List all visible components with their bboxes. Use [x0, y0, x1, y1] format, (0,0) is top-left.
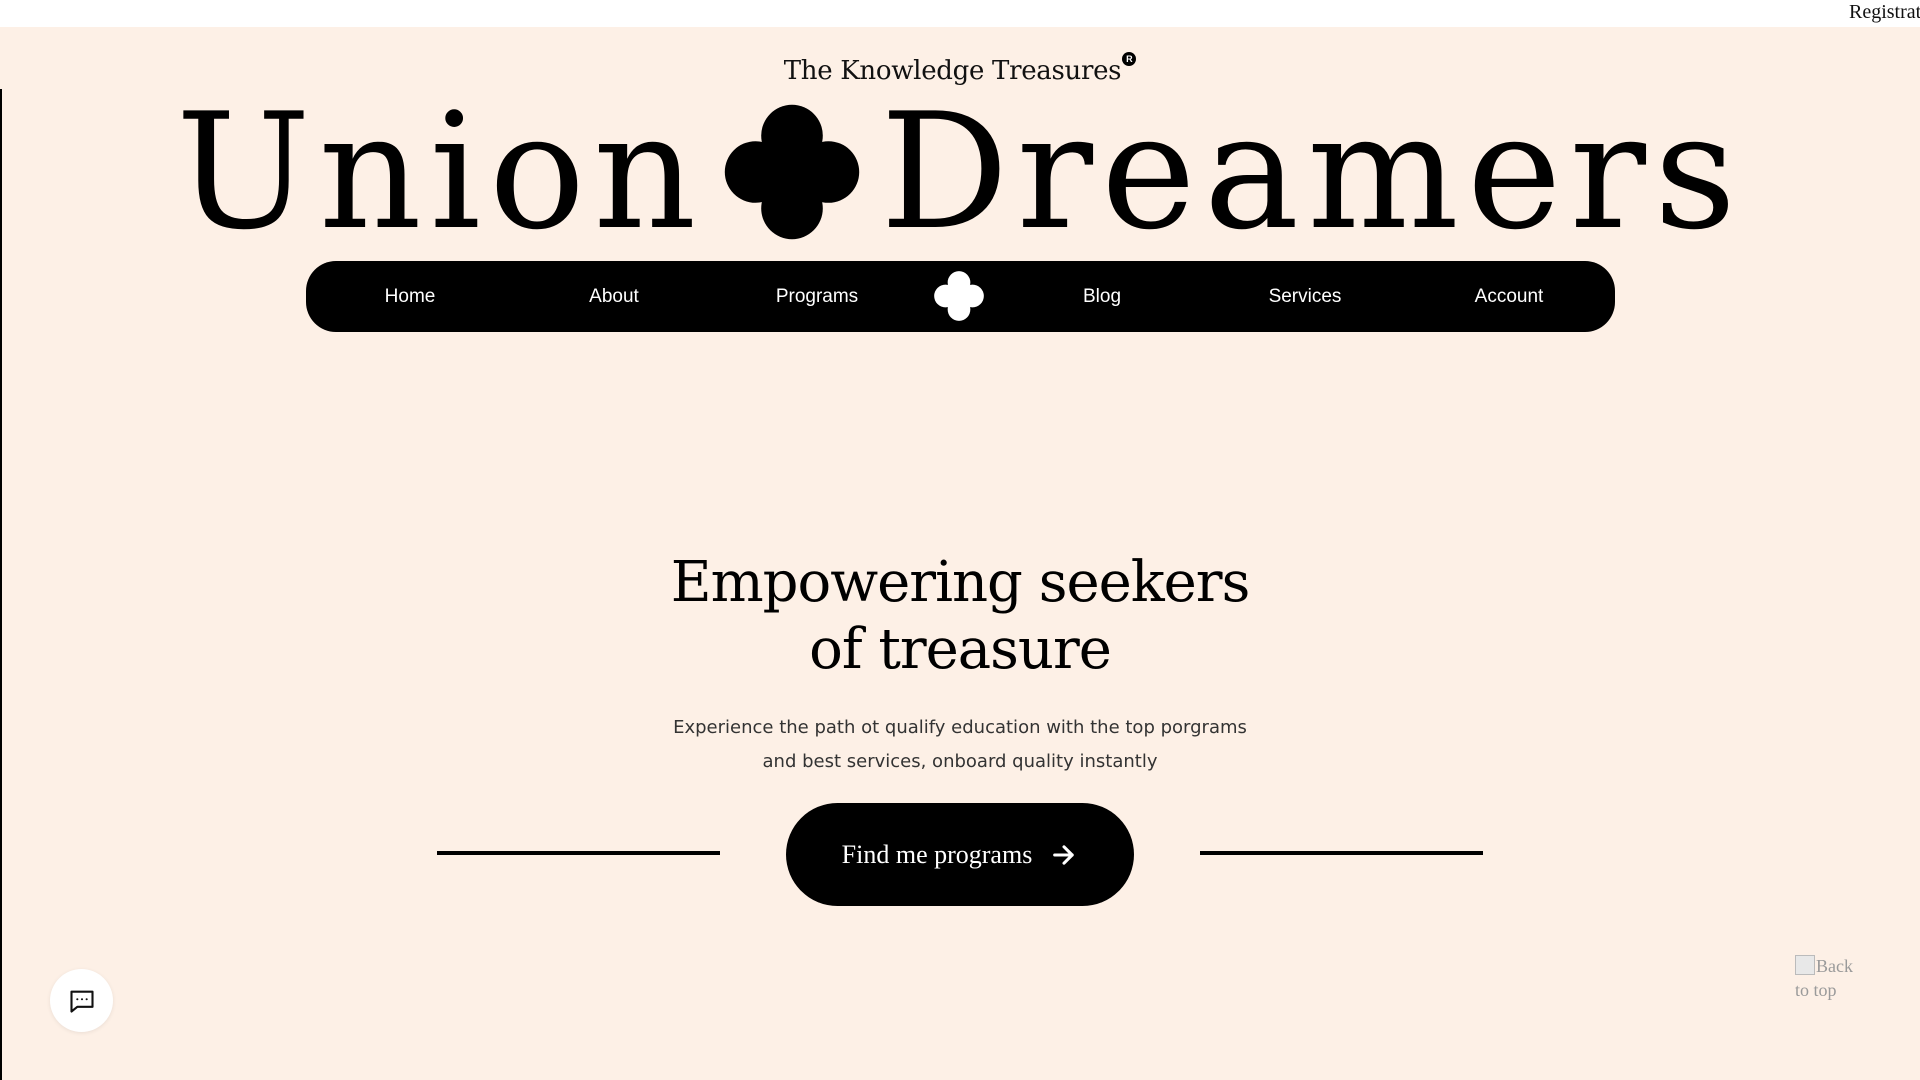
- decorative-line-left: [437, 851, 720, 855]
- cta-label: Find me programs: [841, 839, 1033, 869]
- back-to-top-text-1: Back: [1816, 956, 1853, 976]
- nav-item-programs[interactable]: Programs: [776, 261, 858, 332]
- logo-word-dreamers: Dreamers: [880, 78, 1745, 265]
- main-nav: Home About Programs Blog Services Accoun…: [306, 261, 1615, 332]
- nav-item-blog[interactable]: Blog: [1083, 261, 1121, 332]
- hero-subtitle: Experience the path ot qualify education…: [0, 711, 1920, 779]
- nav-item-account[interactable]: Account: [1475, 261, 1544, 332]
- broken-image-icon: [1795, 955, 1815, 975]
- nav-item-about[interactable]: About: [589, 261, 639, 332]
- page: The Knowledge Treasures R Union Dreamers …: [0, 27, 1920, 1080]
- nav-item-services[interactable]: Services: [1269, 261, 1342, 332]
- arrow-right-icon: [1053, 844, 1075, 865]
- registered-mark-icon: R: [1122, 52, 1137, 66]
- flower-icon: [725, 104, 860, 240]
- find-programs-button[interactable]: Find me programs: [786, 803, 1134, 906]
- hero-subtitle-line-2: and best services, onboard quality insta…: [762, 751, 1158, 772]
- hero-title-line-2: of treasure: [809, 617, 1112, 682]
- hero-title: Empowering seekers of treasure: [0, 549, 1920, 683]
- hero-title-line-1: Empowering seekers: [670, 550, 1251, 615]
- back-to-top-text-2: to top: [1795, 980, 1837, 1000]
- top-strip: Registrat: [0, 0, 1920, 27]
- decorative-line-right: [1200, 851, 1483, 855]
- site-logo[interactable]: Union Dreamers: [0, 92, 1920, 252]
- chat-bubble-icon: [69, 990, 94, 1013]
- nav-item-home[interactable]: Home: [385, 261, 436, 332]
- back-to-top-link[interactable]: Back to top: [1795, 954, 1865, 1002]
- registration-link[interactable]: Registrat: [1849, 1, 1920, 24]
- hero-subtitle-line-1: Experience the path ot qualify education…: [673, 717, 1247, 738]
- chat-button[interactable]: [50, 969, 113, 1032]
- logo-word-union: Union: [175, 78, 705, 265]
- flower-icon[interactable]: [932, 269, 986, 323]
